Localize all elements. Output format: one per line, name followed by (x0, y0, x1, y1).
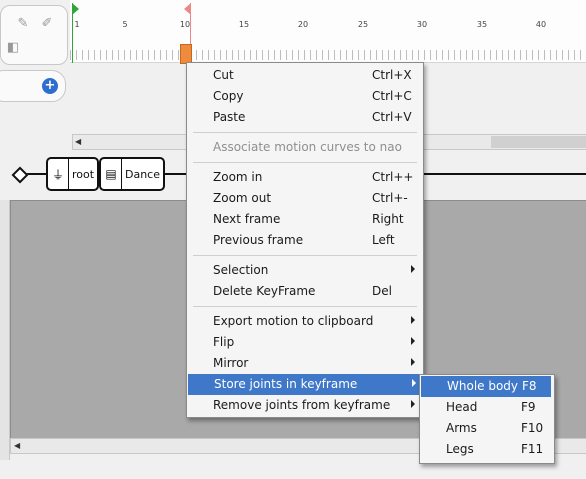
submenu-item-label: Arms (446, 421, 477, 435)
menu-item-label: Mirror (213, 356, 249, 370)
pencil-icon[interactable]: ✎ (15, 16, 31, 32)
menu-item-label: Paste (213, 110, 246, 124)
submenu-arrow-icon (411, 358, 415, 366)
store-joints-submenu: Whole body F8 Head F9 Arms F10 Legs F11 (419, 374, 555, 464)
menu-item-mirror[interactable]: Mirror (187, 353, 423, 374)
submenu-item-head[interactable]: Head F9 (420, 397, 554, 418)
timeline-ruler[interactable]: 1 5 10 15 20 25 30 35 40 (70, 0, 586, 63)
menu-item-paste[interactable]: Paste Ctrl+V (187, 107, 423, 128)
timeline-box-icon: ▤ (101, 159, 122, 189)
menu-item-label: Previous frame (213, 233, 304, 247)
menu-item-label: Zoom out (213, 191, 272, 205)
menu-item-shortcut: Ctrl++ (372, 170, 414, 184)
context-menu: Cut Ctrl+X Copy Ctrl+C Paste Ctrl+V Asso… (186, 62, 424, 418)
menu-item-shortcut: Left (372, 233, 395, 247)
menu-item-delete-keyframe[interactable]: Delete KeyFrame Del (187, 281, 423, 302)
submenu-arrow-icon (411, 316, 415, 324)
submenu-item-arms[interactable]: Arms F10 (420, 418, 554, 439)
node-label: Dance (125, 167, 160, 181)
menu-item-label: Selection (213, 263, 269, 277)
submenu-arrow-icon (411, 265, 415, 273)
submenu-item-whole-body[interactable]: Whole body F8 (421, 376, 551, 397)
flow-start-diamond-icon[interactable] (11, 166, 29, 184)
menu-item-shortcut: Ctrl+X (372, 68, 412, 82)
scroll-left-icon[interactable]: ◀ (14, 441, 20, 450)
cursor-marker-icon[interactable] (184, 3, 191, 15)
menu-item-shortcut: Ctrl+V (372, 110, 412, 124)
menu-item-associate-motion-curves: Associate motion curves to nao (187, 137, 423, 158)
menu-item-label: Associate motion curves to nao (213, 140, 402, 154)
eraser-icon[interactable]: ✐ (39, 16, 55, 32)
submenu-arrow-icon (411, 400, 415, 408)
menu-item-label: Next frame (213, 212, 281, 226)
menu-item-flip[interactable]: Flip (187, 332, 423, 353)
ruler-label: 20 (297, 20, 309, 29)
ruler-label: 25 (357, 20, 369, 29)
scroll-thumb[interactable] (491, 136, 586, 148)
submenu-arrow-icon (412, 379, 416, 387)
menu-item-shortcut: Ctrl+C (372, 89, 412, 103)
node-root[interactable]: ⏚ root (46, 157, 100, 191)
submenu-item-label: Whole body (447, 379, 519, 393)
plus-icon: + (44, 78, 56, 93)
menu-item-remove-joints[interactable]: Remove joints from keyframe (187, 395, 423, 416)
submenu-item-label: Legs (446, 442, 474, 456)
start-marker-icon[interactable] (72, 3, 79, 15)
menu-item-export-motion[interactable]: Export motion to clipboard (187, 311, 423, 332)
menu-item-label: Store joints in keyframe (214, 377, 358, 391)
menu-item-label: Remove joints from keyframe (213, 398, 391, 412)
menu-item-label: Flip (213, 335, 235, 349)
menu-separator (193, 306, 417, 307)
ruler-label: 35 (476, 20, 488, 29)
submenu-arrow-icon (411, 337, 415, 345)
ruler-label: 15 (238, 20, 250, 29)
playback-icon[interactable]: ◧ (5, 40, 21, 56)
ruler-ticks (70, 50, 586, 60)
menu-item-label: Zoom in (213, 170, 263, 184)
menu-item-shortcut: Del (372, 284, 392, 298)
node-label: root (72, 167, 95, 181)
menu-item-label: Cut (213, 68, 234, 82)
submenu-item-shortcut: F8 (522, 379, 537, 393)
ruler-label: 1 (74, 20, 80, 29)
menu-item-shortcut: Right (372, 212, 404, 226)
node-dance[interactable]: ▤ Dance (99, 157, 165, 191)
menu-item-label: Copy (213, 89, 244, 103)
menu-separator (193, 132, 417, 133)
menu-item-previous-frame[interactable]: Previous frame Left (187, 230, 423, 251)
menu-item-shortcut: Ctrl+- (372, 191, 408, 205)
left-panel-edge (0, 200, 10, 460)
submenu-item-shortcut: F9 (521, 400, 536, 414)
menu-item-copy[interactable]: Copy Ctrl+C (187, 86, 423, 107)
menu-item-next-frame[interactable]: Next frame Right (187, 209, 423, 230)
add-button[interactable]: + (42, 78, 58, 94)
menu-separator (193, 162, 417, 163)
menu-item-zoom-in[interactable]: Zoom in Ctrl++ (187, 167, 423, 188)
keyframe[interactable] (180, 44, 192, 64)
submenu-item-shortcut: F11 (521, 442, 544, 456)
ruler-label: 40 (535, 20, 547, 29)
submenu-item-shortcut: F10 (521, 421, 544, 435)
scroll-left-icon[interactable]: ◀ (75, 137, 81, 146)
tool-panel: ✎ ✐ ◧ (0, 5, 68, 65)
menu-item-zoom-out[interactable]: Zoom out Ctrl+- (187, 188, 423, 209)
ruler-label: 10 (179, 20, 191, 29)
ruler-label: 5 (122, 20, 128, 29)
root-node-icon: ⏚ (48, 159, 69, 189)
menu-separator (193, 255, 417, 256)
ruler-label: 30 (416, 20, 428, 29)
menu-item-label: Export motion to clipboard (213, 314, 374, 328)
menu-item-label: Delete KeyFrame (213, 284, 316, 298)
menu-item-store-joints[interactable]: Store joints in keyframe (188, 374, 420, 395)
menu-item-cut[interactable]: Cut Ctrl+X (187, 65, 423, 86)
submenu-item-legs[interactable]: Legs F11 (420, 439, 554, 460)
submenu-item-label: Head (446, 400, 478, 414)
menu-item-selection[interactable]: Selection (187, 260, 423, 281)
